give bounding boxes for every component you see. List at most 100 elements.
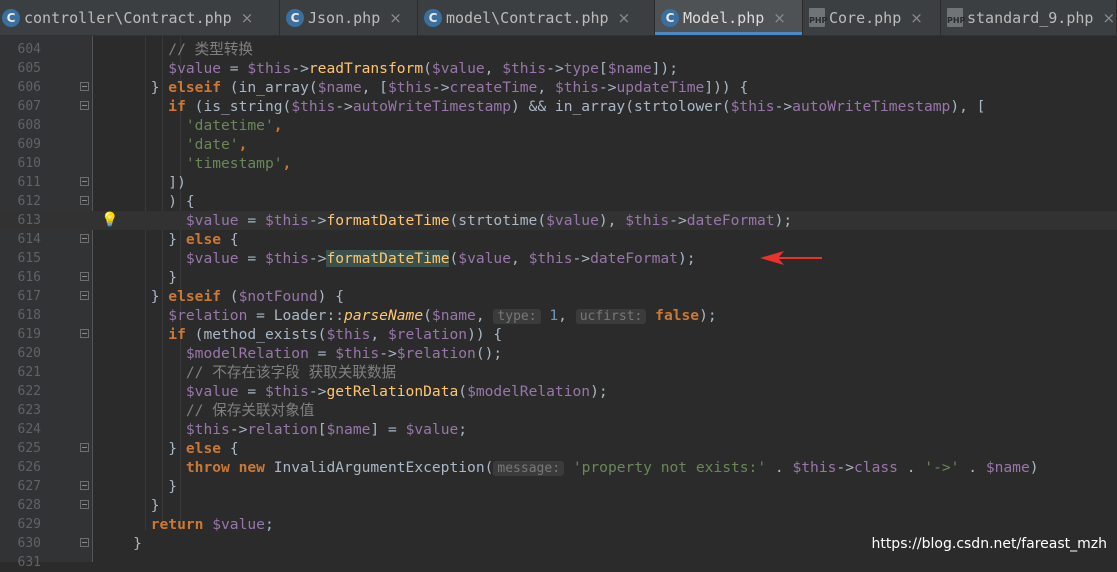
- fold-marker-icon[interactable]: [80, 82, 89, 91]
- fold-marker-icon[interactable]: [80, 291, 89, 300]
- close-icon[interactable]: ×: [389, 9, 402, 27]
- tab-0[interactable]: Ccontroller\Contract.php ×: [0, 0, 280, 35]
- code-line[interactable]: 612 ) {: [0, 192, 1117, 211]
- tab-1[interactable]: C Json.php ×: [280, 0, 418, 35]
- close-icon[interactable]: ×: [241, 9, 254, 27]
- code-line[interactable]: 627 }: [0, 477, 1117, 496]
- fold-marker-icon[interactable]: [80, 500, 89, 509]
- token-pl: .: [959, 459, 986, 476]
- token-pl: }: [168, 269, 178, 286]
- token-pl: );: [774, 212, 793, 229]
- code-line[interactable]: 605 $value = $this->readTransform($value…: [0, 59, 1117, 78]
- fold-marker-icon[interactable]: [80, 234, 89, 243]
- line-number: 612: [17, 194, 41, 209]
- code-line[interactable]: 606 } elseif (in_array($name, [$this->cr…: [0, 78, 1117, 97]
- token-var: $name: [317, 79, 362, 96]
- code-line[interactable]: 611 ]): [0, 173, 1117, 192]
- token-kw: else: [185, 231, 222, 248]
- token-var: $this: [792, 459, 837, 476]
- code-line[interactable]: 623 // 保存关联对象值: [0, 401, 1117, 420]
- token-pl: ->: [229, 421, 248, 438]
- code-line[interactable]: 604 // 类型转换: [0, 40, 1117, 59]
- token-pl: )) {: [467, 326, 503, 343]
- code-line[interactable]: 618 $relation = Loader::parseName($name,…: [0, 306, 1117, 325]
- fold-marker-icon[interactable]: [80, 481, 89, 490]
- code-line[interactable]: 617 } elseif ($notFound) {: [0, 287, 1117, 306]
- code-line[interactable]: 629 return $value;: [0, 515, 1117, 534]
- fold-marker-icon[interactable]: [80, 177, 89, 186]
- fold-marker-icon[interactable]: [80, 196, 89, 205]
- token-kw: elseif: [168, 79, 222, 96]
- token-pl: ) {: [317, 288, 345, 305]
- line-number: 621: [17, 365, 41, 380]
- token-pl: InvalidArgumentException(: [264, 459, 494, 476]
- code-line[interactable]: 610 'timestamp',: [0, 154, 1117, 173]
- token-var: $modelRelation: [467, 383, 591, 400]
- close-icon[interactable]: ×: [618, 9, 631, 27]
- tab-4[interactable]: PHP Core.php ×: [803, 0, 941, 35]
- code-line[interactable]: 628 }: [0, 496, 1117, 515]
- code-line[interactable]: 620 $modelRelation = $this->$relation();: [0, 344, 1117, 363]
- token-var: $value: [458, 250, 511, 267]
- code-line[interactable]: 619 if (method_exists($this, $relation))…: [0, 325, 1117, 344]
- token-hint: ucfirst:: [575, 309, 647, 324]
- fold-marker-icon[interactable]: [80, 329, 89, 338]
- token-pl: =: [308, 345, 336, 362]
- line-number: 625: [17, 441, 41, 456]
- token-pl: ->: [836, 459, 854, 476]
- code-line[interactable]: 614 } else {: [0, 230, 1117, 249]
- code-line[interactable]: 609 'date',: [0, 135, 1117, 154]
- fold-marker-icon[interactable]: [80, 101, 89, 110]
- token-str: '->': [924, 459, 960, 476]
- code-line[interactable]: 621 // 不存在该字段 获取关联数据: [0, 363, 1117, 382]
- line-number: 613: [17, 213, 41, 228]
- token-pl: (: [458, 383, 468, 400]
- token-pl: ,: [370, 326, 388, 343]
- token-var: $this: [335, 345, 380, 362]
- token-var: $this: [264, 383, 309, 400]
- token-var: class: [854, 459, 898, 476]
- code-line[interactable]: 616 }: [0, 268, 1117, 287]
- code-line[interactable]: 607 if (is_string($this->autoWriteTimest…: [0, 97, 1117, 116]
- code-line[interactable]: 622 $value = $this->getRelationData($mod…: [0, 382, 1117, 401]
- token-var: $this: [291, 98, 336, 115]
- code-text: $this->relation[$name] = $value;: [98, 420, 467, 439]
- code-text: // 类型转换: [98, 40, 253, 59]
- token-pl: ->: [291, 60, 309, 77]
- line-number: 630: [17, 536, 41, 551]
- token-pl: ;: [458, 421, 468, 438]
- token-pl: ,: [475, 307, 494, 324]
- close-icon[interactable]: ×: [910, 9, 923, 27]
- code-line[interactable]: 624 $this->relation[$name] = $value;: [0, 420, 1117, 439]
- php-file-icon: PHP: [947, 8, 965, 27]
- token-var: $value: [168, 60, 222, 77]
- code-line[interactable]: 626 throw new InvalidArgumentException(m…: [0, 458, 1117, 477]
- line-number: 607: [17, 99, 41, 114]
- code-line[interactable]: 608 'datetime',: [0, 116, 1117, 135]
- tab-label: controller\Contract.php: [24, 8, 232, 27]
- token-var: $this: [387, 79, 432, 96]
- token-pl: (: [423, 307, 432, 324]
- fold-marker-icon[interactable]: [80, 443, 89, 452]
- code-line[interactable]: 631: [0, 553, 1117, 572]
- token-pl: ]);: [651, 60, 678, 77]
- line-number: 616: [17, 270, 41, 285]
- token-kw: if: [168, 98, 186, 115]
- fold-marker-icon[interactable]: [80, 538, 89, 547]
- code-line[interactable]: 615 $value = $this->formatDateTime($valu…: [0, 249, 1117, 268]
- tab-3[interactable]: C Model.php ×: [655, 0, 803, 35]
- close-icon[interactable]: ×: [1102, 9, 1115, 27]
- tab-5[interactable]: PHP standard_9.php ×: [941, 0, 1117, 35]
- token-pl: );: [590, 383, 608, 400]
- php-class-icon: C: [2, 8, 20, 27]
- fold-marker-icon[interactable]: [80, 272, 89, 281]
- code-line[interactable]: 613 💡 $value = $this->formatDateTime(strt…: [0, 211, 1117, 230]
- token-var: autoWriteTimestamp: [352, 98, 511, 115]
- token-kw: return: [150, 516, 204, 533]
- tab-2[interactable]: Cmodel\Contract.php ×: [418, 0, 655, 35]
- close-icon[interactable]: ×: [773, 9, 786, 27]
- line-number: 629: [17, 517, 41, 532]
- code-line[interactable]: 625 } else {: [0, 439, 1117, 458]
- token-pl: ->: [308, 250, 327, 267]
